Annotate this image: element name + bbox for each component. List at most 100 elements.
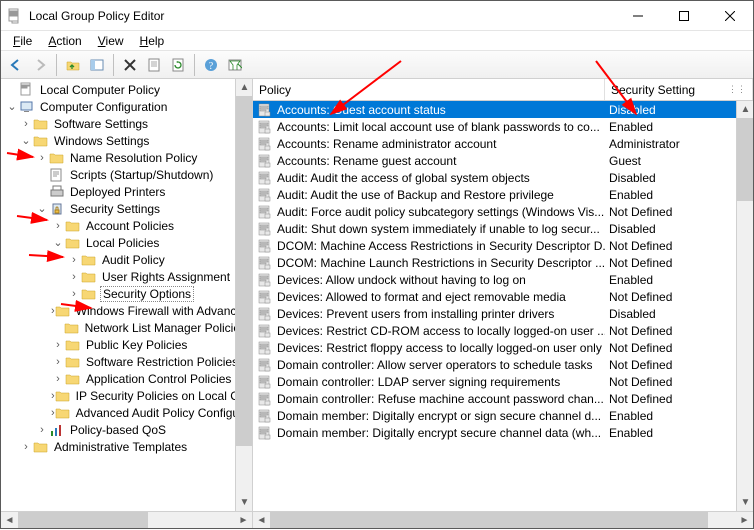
tree-security-settings[interactable]: ⌄Security Settings: [1, 200, 252, 217]
scroll-down-button[interactable]: ▼: [236, 494, 253, 511]
policy-row[interactable]: DCOM: Machine Access Restrictions in Sec…: [253, 237, 753, 254]
policy-row[interactable]: Devices: Allow undock without having to …: [253, 271, 753, 288]
tree-app-control[interactable]: ›Application Control Policies: [1, 370, 252, 387]
scroll-thumb[interactable]: [18, 512, 148, 528]
tree-ip-security[interactable]: ›IP Security Policies on Local Computer: [1, 387, 252, 404]
policy-row[interactable]: Domain controller: Allow server operator…: [253, 356, 753, 373]
expand-icon[interactable]: ›: [19, 441, 33, 453]
expand-icon[interactable]: ›: [67, 254, 81, 266]
scroll-left-button[interactable]: ◄: [1, 512, 18, 529]
scroll-track[interactable]: [236, 96, 252, 494]
back-button[interactable]: [5, 54, 27, 76]
list-scrollbar-horizontal[interactable]: ◄ ►: [253, 511, 753, 528]
collapse-icon[interactable]: ⌄: [35, 202, 49, 215]
policy-row[interactable]: Devices: Allowed to format and eject rem…: [253, 288, 753, 305]
refresh-button[interactable]: [167, 54, 189, 76]
policy-row[interactable]: Domain controller: LDAP server signing r…: [253, 373, 753, 390]
policy-setting-cell: Not Defined: [605, 375, 753, 389]
scroll-track[interactable]: [270, 512, 736, 528]
tree-local-policies[interactable]: ⌄Local Policies: [1, 234, 252, 251]
tree-name-resolution[interactable]: ›Name Resolution Policy: [1, 149, 252, 166]
scroll-up-button[interactable]: ▲: [236, 79, 253, 96]
expand-icon[interactable]: ›: [51, 220, 65, 232]
delete-button[interactable]: [119, 54, 141, 76]
policy-row[interactable]: Devices: Restrict floppy access to local…: [253, 339, 753, 356]
expand-icon[interactable]: ›: [51, 373, 65, 385]
policy-item-icon: [257, 238, 273, 254]
minimize-button[interactable]: [615, 1, 661, 30]
scroll-right-button[interactable]: ►: [235, 512, 252, 529]
expand-icon[interactable]: ›: [67, 288, 81, 300]
tree-computer-configuration[interactable]: ⌄Computer Configuration: [1, 98, 252, 115]
scroll-thumb[interactable]: [270, 512, 708, 528]
tree-scrollbar-horizontal[interactable]: ◄ ►: [1, 511, 252, 528]
scroll-thumb[interactable]: [236, 96, 252, 446]
menu-action[interactable]: Action: [40, 33, 89, 49]
tree-security-options[interactable]: ›Security Options: [1, 285, 252, 302]
close-button[interactable]: [707, 1, 753, 30]
list-scrollbar-vertical[interactable]: ▲ ▼: [736, 101, 753, 511]
tree-scripts[interactable]: Scripts (Startup/Shutdown): [1, 166, 252, 183]
policy-row[interactable]: Accounts: Rename administrator accountAd…: [253, 135, 753, 152]
expand-icon[interactable]: ›: [51, 356, 65, 368]
collapse-icon[interactable]: ⌄: [5, 100, 19, 113]
column-setting-header[interactable]: Security Setting⋮⋮: [605, 79, 753, 100]
menu-file[interactable]: File: [5, 33, 40, 49]
scroll-up-button[interactable]: ▲: [737, 101, 753, 118]
policy-row[interactable]: Audit: Shut down system immediately if u…: [253, 220, 753, 237]
policy-row[interactable]: Accounts: Rename guest accountGuest: [253, 152, 753, 169]
tree-scrollbar-vertical[interactable]: ▲ ▼: [235, 79, 252, 511]
up-button[interactable]: [62, 54, 84, 76]
policy-row[interactable]: DCOM: Machine Launch Restrictions in Sec…: [253, 254, 753, 271]
scroll-down-button[interactable]: ▼: [737, 494, 753, 511]
scroll-thumb[interactable]: [737, 118, 753, 201]
forward-button[interactable]: [29, 54, 51, 76]
tree-deployed-printers[interactable]: Deployed Printers: [1, 183, 252, 200]
scroll-track[interactable]: [737, 118, 753, 494]
policy-row[interactable]: Devices: Prevent users from installing p…: [253, 305, 753, 322]
scroll-right-button[interactable]: ►: [736, 512, 753, 529]
policy-setting-cell: Not Defined: [605, 205, 753, 219]
show-hide-tree-button[interactable]: [86, 54, 108, 76]
tree-windows-firewall[interactable]: ›Windows Firewall with Advanced Security: [1, 302, 252, 319]
expand-icon[interactable]: ›: [35, 424, 49, 436]
policy-row[interactable]: Audit: Audit the access of global system…: [253, 169, 753, 186]
expand-icon[interactable]: ›: [67, 271, 81, 283]
expand-icon[interactable]: ›: [19, 118, 33, 130]
scroll-left-button[interactable]: ◄: [253, 512, 270, 529]
policy-row[interactable]: Domain member: Digitally encrypt secure …: [253, 424, 753, 441]
policy-row[interactable]: Accounts: Guest account statusDisabled: [253, 101, 753, 118]
tree-root[interactable]: Local Computer Policy: [1, 81, 252, 98]
tree-public-key[interactable]: ›Public Key Policies: [1, 336, 252, 353]
scroll-track[interactable]: [18, 512, 235, 528]
tree-advanced-audit[interactable]: ›Advanced Audit Policy Configuration: [1, 404, 252, 421]
tree-windows-settings[interactable]: ⌄Windows Settings: [1, 132, 252, 149]
policy-row[interactable]: Accounts: Limit local account use of bla…: [253, 118, 753, 135]
properties-button[interactable]: [143, 54, 165, 76]
column-policy-header[interactable]: Policy: [253, 79, 605, 100]
policy-row[interactable]: Domain controller: Refuse machine accoun…: [253, 390, 753, 407]
collapse-icon[interactable]: ⌄: [51, 236, 65, 249]
expand-icon[interactable]: ›: [35, 152, 49, 164]
policy-name-label: Audit: Force audit policy subcategory se…: [277, 205, 604, 219]
filter-button[interactable]: [224, 54, 246, 76]
maximize-button[interactable]: [661, 1, 707, 30]
tree-network-list[interactable]: Network List Manager Policies: [1, 319, 252, 336]
tree-software-restriction[interactable]: ›Software Restriction Policies: [1, 353, 252, 370]
tree-user-rights[interactable]: ›User Rights Assignment: [1, 268, 252, 285]
tree-software-settings[interactable]: ›Software Settings: [1, 115, 252, 132]
policy-setting-cell: Enabled: [605, 120, 753, 134]
tree-audit-policy[interactable]: ›Audit Policy: [1, 251, 252, 268]
expand-icon[interactable]: ›: [51, 339, 65, 351]
policy-row[interactable]: Domain member: Digitally encrypt or sign…: [253, 407, 753, 424]
help-button[interactable]: ?: [200, 54, 222, 76]
policy-row[interactable]: Devices: Restrict CD-ROM access to local…: [253, 322, 753, 339]
policy-row[interactable]: Audit: Force audit policy subcategory se…: [253, 203, 753, 220]
collapse-icon[interactable]: ⌄: [19, 134, 33, 147]
tree-admin-templates[interactable]: ›Administrative Templates: [1, 438, 252, 455]
tree-account-policies[interactable]: ›Account Policies: [1, 217, 252, 234]
menu-help[interactable]: Help: [132, 33, 173, 49]
menu-view[interactable]: View: [90, 33, 132, 49]
policy-row[interactable]: Audit: Audit the use of Backup and Resto…: [253, 186, 753, 203]
tree-policy-qos[interactable]: ›Policy-based QoS: [1, 421, 252, 438]
